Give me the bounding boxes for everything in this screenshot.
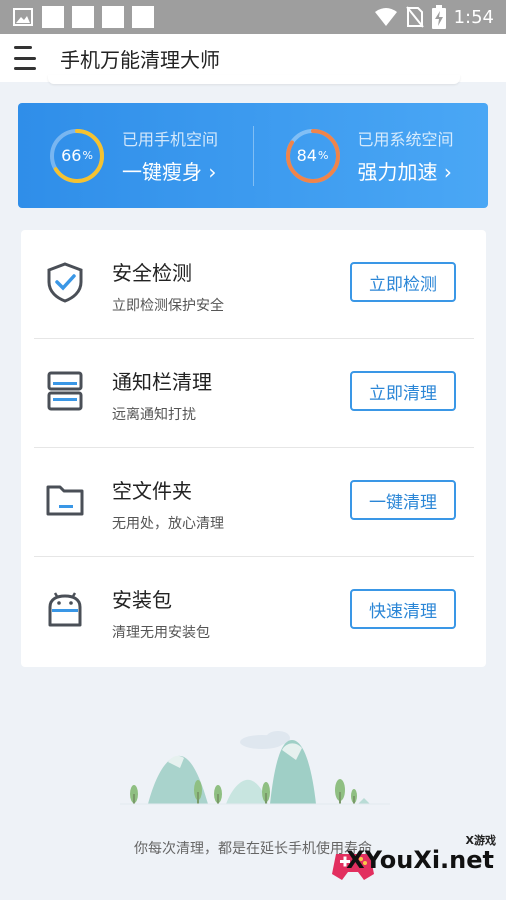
chevron-right-icon: › [443, 160, 452, 184]
tool-title: 空文件夹 [112, 479, 192, 503]
phone-usage-ring: 66% [48, 127, 106, 185]
tool-row-notification: 通知栏清理 远离通知打扰 立即清理 [21, 339, 486, 448]
wifi-icon [374, 8, 397, 26]
apk-clean-button[interactable]: 快速清理 [350, 589, 456, 629]
no-sim-icon [405, 6, 424, 28]
status-bar-right: 1:54 [374, 5, 506, 29]
system-usage-ring: 84% [284, 127, 342, 185]
watermark-main-text: XYouXi.net [346, 846, 494, 874]
chevron-right-icon: › [208, 160, 217, 184]
site-watermark: X游戏 XYouXi.net [330, 832, 500, 892]
menu-icon[interactable] [14, 46, 42, 70]
tool-desc: 立即检测保护安全 [112, 298, 224, 314]
status-bar: 1:54 [0, 0, 506, 34]
mountain-illustration [120, 731, 390, 805]
android-package-icon [48, 592, 82, 627]
tool-row-security: 安全检测 立即检测保护安全 立即检测 [21, 230, 486, 339]
shield-check-icon [47, 262, 83, 303]
tools-card: 安全检测 立即检测保护安全 立即检测 通知栏清理 远离通知打扰 立即清理 空文件… [21, 230, 486, 667]
storage-banner: 66% 已用手机空间 一键瘦身 › 84% 已用系统空间 强力加速 › [18, 103, 488, 208]
system-usage-percent: 84% [296, 146, 329, 165]
tool-row-empty-folder: 空文件夹 无用处，放心清理 一键清理 [21, 448, 486, 557]
status-time: 1:54 [453, 6, 494, 28]
tool-desc: 无用处，放心清理 [112, 516, 224, 532]
collapsed-card-edge [48, 75, 460, 84]
notification-placeholder-icon [42, 6, 64, 28]
slim-down-action[interactable]: 一键瘦身 › [122, 156, 218, 185]
notification-placeholder-icon [72, 6, 94, 28]
notification-bar-icon [47, 371, 83, 411]
notification-clean-button[interactable]: 立即清理 [350, 371, 456, 411]
folder-icon [46, 485, 84, 516]
tool-title: 通知栏清理 [112, 370, 212, 394]
image-icon [13, 8, 33, 26]
tool-title: 安全检测 [112, 261, 192, 285]
system-storage-label: 已用系统空间 [357, 130, 454, 149]
folder-clean-button[interactable]: 一键清理 [350, 480, 456, 520]
notification-placeholder-icon [132, 6, 154, 28]
system-storage-text: 已用系统空间 强力加速 › [358, 126, 454, 185]
security-check-button[interactable]: 立即检测 [350, 262, 456, 302]
phone-storage-text: 已用手机空间 一键瘦身 › [122, 126, 218, 185]
phone-storage-stat[interactable]: 66% 已用手机空间 一键瘦身 › [18, 126, 253, 185]
battery-charging-icon [431, 5, 446, 29]
tool-desc: 清理无用安装包 [112, 625, 210, 641]
phone-storage-label: 已用手机空间 [122, 130, 219, 149]
notification-placeholder-icon [102, 6, 124, 28]
boost-action[interactable]: 强力加速 › [358, 156, 454, 185]
tool-desc: 远离通知打扰 [112, 407, 196, 423]
app-title: 手机万能清理大师 [60, 47, 220, 72]
tool-row-apk: 安装包 清理无用安装包 快速清理 [21, 557, 486, 666]
tool-title: 安装包 [112, 588, 172, 612]
system-storage-stat[interactable]: 84% 已用系统空间 强力加速 › [254, 126, 489, 185]
status-bar-left [0, 6, 154, 28]
phone-usage-percent: 66% [61, 146, 93, 165]
